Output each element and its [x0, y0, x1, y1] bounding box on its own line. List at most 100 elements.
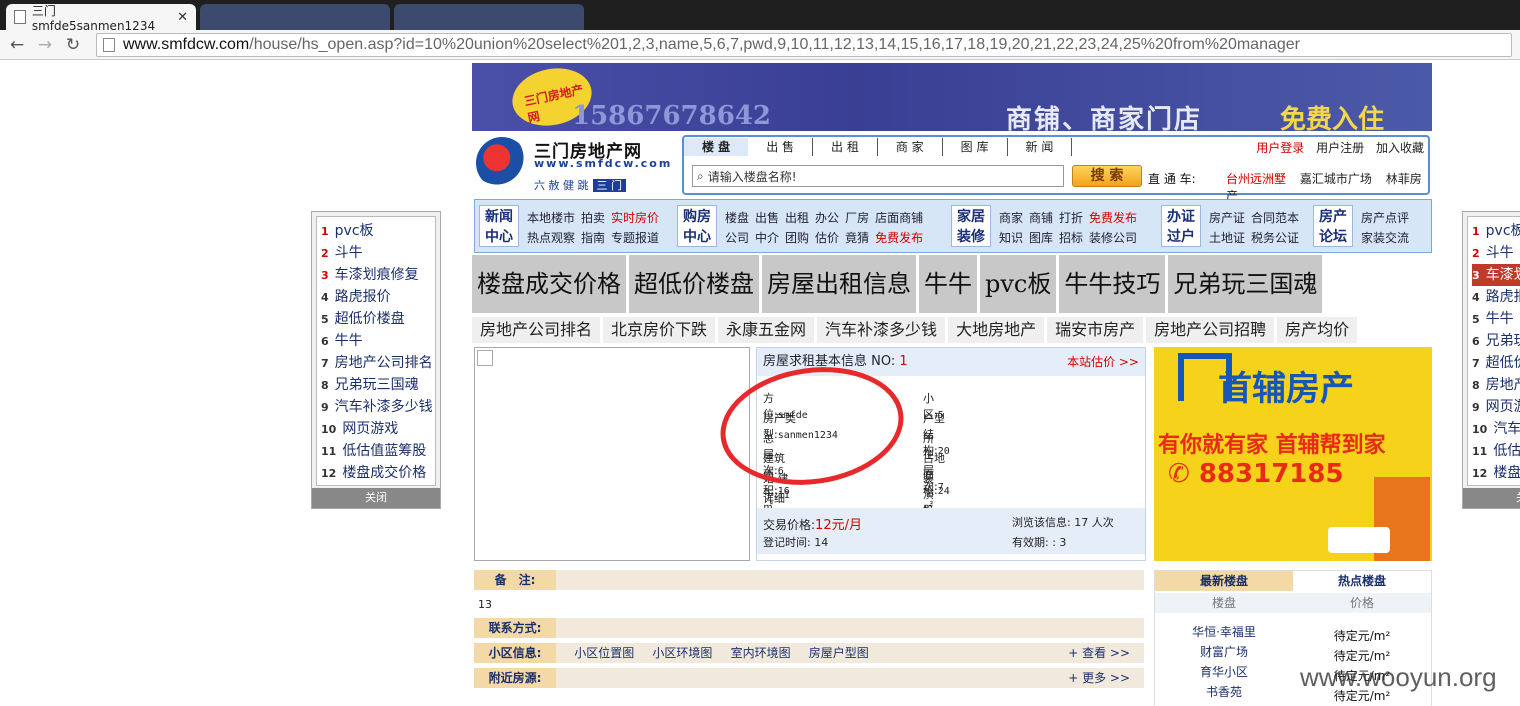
listing-name[interactable]: 书香苑	[1155, 683, 1293, 700]
nav-link[interactable]: 指南	[581, 231, 605, 245]
nav-link[interactable]: 热点观察	[527, 231, 575, 245]
direct-link[interactable]: 台州远洲墅	[1226, 172, 1286, 186]
tab-hot[interactable]: 热点楼盘	[1293, 571, 1431, 591]
nav-category[interactable]: 购房 中心	[677, 205, 717, 247]
ranking-item[interactable]: 9 网页游戏	[1472, 396, 1520, 418]
ranking-item[interactable]: 2 斗牛	[1472, 242, 1520, 264]
nav-category[interactable]: 新闻 中心	[479, 205, 519, 247]
nav-link[interactable]: 团购	[785, 231, 809, 245]
ranking-item[interactable]: 11 低估值蓝筹股	[1472, 440, 1520, 462]
nav-link[interactable]: 本地楼市	[527, 211, 575, 225]
back-icon[interactable]: ←	[6, 35, 28, 55]
search-tab[interactable]: 出 售	[748, 138, 814, 156]
nav-link[interactable]: 图库	[1029, 231, 1053, 245]
text-ad[interactable]: 牛牛技巧	[1059, 255, 1166, 313]
keyword-link[interactable]: 房产均价	[1277, 317, 1358, 343]
side-ad[interactable]: 首辅房产 有你就有家 首辅帮到家 ✆ 88317185	[1154, 347, 1432, 561]
forward-icon[interactable]: →	[34, 35, 56, 55]
ranking-item[interactable]: 10 汽车补漆多少钱	[1472, 418, 1520, 440]
nav-link[interactable]: 房产证	[1209, 211, 1245, 225]
nav-link[interactable]: 家装交流	[1361, 231, 1409, 245]
ranking-item[interactable]: 4 路虎报价	[1472, 286, 1520, 308]
ranking-item[interactable]: 9 汽车补漆多少钱	[321, 396, 435, 418]
nav-link[interactable]: 房产点评	[1361, 211, 1409, 225]
view-more-link[interactable]: + 查看 >>	[1068, 643, 1130, 663]
ranking-item[interactable]: 12 楼盘成交价格	[1472, 462, 1520, 484]
tab-inactive[interactable]	[394, 4, 584, 30]
nav-link[interactable]: 专题报道	[611, 231, 659, 245]
ranking-item[interactable]: 5 超低价楼盘	[321, 308, 435, 330]
nav-link[interactable]: 中介	[755, 231, 779, 245]
estimate-link[interactable]: 本站估价 >>	[1067, 348, 1139, 376]
nav-link[interactable]: 出售	[755, 211, 779, 225]
nav-link[interactable]: 装修公司	[1089, 231, 1137, 245]
search-tab[interactable]: 楼 盘	[684, 138, 749, 156]
nav-link[interactable]: 合同范本	[1251, 211, 1299, 225]
reload-icon[interactable]: ↻	[62, 35, 84, 55]
nav-link[interactable]: 免费发布	[875, 231, 923, 245]
nav-category[interactable]: 家居 装修	[951, 205, 991, 247]
nav-link[interactable]: 拍卖	[581, 211, 605, 225]
ranking-item[interactable]: 5 牛牛	[1472, 308, 1520, 330]
ranking-item[interactable]: 3 车漆划痕修复	[1472, 264, 1520, 286]
search-tab[interactable]: 出 租	[813, 138, 878, 156]
site-logo[interactable]: 三门房地产网 www.smfdcw.com 六 赦 健 跳三 门	[474, 135, 674, 193]
nav-link[interactable]: 竟猜	[845, 231, 869, 245]
community-link[interactable]: 房屋户型图	[809, 646, 869, 660]
nav-link[interactable]: 招标	[1059, 231, 1083, 245]
close-button[interactable]: 关闭	[1463, 488, 1520, 508]
ranking-item[interactable]: 10 网页游戏	[321, 418, 435, 440]
nav-link[interactable]: 办公	[815, 211, 839, 225]
ranking-item[interactable]: 3 车漆划痕修复	[321, 264, 435, 286]
text-ad[interactable]: 楼盘成交价格	[472, 255, 626, 313]
keyword-link[interactable]: 汽车补漆多少钱	[817, 317, 946, 343]
nav-link[interactable]: 店面商铺	[875, 211, 923, 225]
tab-inactive[interactable]	[200, 4, 390, 30]
nav-category[interactable]: 办证 过户	[1161, 205, 1201, 247]
search-button[interactable]: 搜 索	[1072, 165, 1142, 187]
close-icon[interactable]: ✕	[177, 10, 188, 25]
search-tab[interactable]: 图 库	[943, 138, 1008, 156]
nav-link[interactable]: 商铺	[1029, 211, 1053, 225]
nav-link[interactable]: 估价	[815, 231, 839, 245]
keyword-link[interactable]: 大地房地产	[948, 317, 1045, 343]
ranking-item[interactable]: 6 牛牛	[321, 330, 435, 352]
ranking-item[interactable]: 4 路虎报价	[321, 286, 435, 308]
keyword-link[interactable]: 房地产公司招聘	[1146, 317, 1275, 343]
keyword-link[interactable]: 永康五金网	[718, 317, 815, 343]
nav-link[interactable]: 商家	[999, 211, 1023, 225]
nav-link[interactable]: 实时房价	[611, 211, 659, 225]
text-ad[interactable]: pvc板	[980, 255, 1057, 313]
favorite-link[interactable]: 加入收藏	[1376, 141, 1424, 155]
keyword-link[interactable]: 北京房价下跌	[603, 317, 716, 343]
ranking-item[interactable]: 12 楼盘成交价格	[321, 462, 435, 484]
nav-link[interactable]: 知识	[999, 231, 1023, 245]
keyword-link[interactable]: 瑞安市房产	[1047, 317, 1144, 343]
ranking-item[interactable]: 8 房地产公司排名	[1472, 374, 1520, 396]
register-link[interactable]: 用户注册	[1316, 141, 1364, 155]
ranking-item[interactable]: 11 低估值蓝筹股	[321, 440, 435, 462]
direct-link[interactable]: 嘉汇城市广场	[1300, 172, 1372, 186]
ranking-item[interactable]: 7 房地产公司排名	[321, 352, 435, 374]
text-ad[interactable]: 牛牛	[919, 255, 977, 313]
ranking-item[interactable]: 7 超低价楼盘	[1472, 352, 1520, 374]
nearby-more-link[interactable]: + 更多 >>	[1068, 668, 1130, 688]
tab-active[interactable]: 三门smfde5sanmen1234 ✕	[6, 4, 196, 33]
ranking-item[interactable]: 2 斗牛	[321, 242, 435, 264]
top-banner[interactable]: 三门房地产网 15867678642 商铺、商家门店 免费入住	[472, 63, 1432, 131]
listing-name[interactable]: 财富广场	[1155, 643, 1293, 660]
nav-link[interactable]: 厂房	[845, 211, 869, 225]
close-button[interactable]: 关闭	[312, 488, 440, 508]
keyword-link[interactable]: 房地产公司排名	[472, 317, 601, 343]
address-bar[interactable]: www.smfdcw.com/house/hs_open.asp?id=10%2…	[96, 33, 1512, 57]
community-link[interactable]: 小区环境图	[652, 646, 712, 660]
ranking-item[interactable]: 1 pvc板	[1472, 220, 1520, 242]
nav-link[interactable]: 免费发布	[1089, 211, 1137, 225]
ranking-item[interactable]: 1 pvc板	[321, 220, 435, 242]
nav-link[interactable]: 公司	[725, 231, 749, 245]
nav-link[interactable]: 土地证	[1209, 231, 1245, 245]
ranking-item[interactable]: 8 兄弟玩三国魂	[321, 374, 435, 396]
nav-link[interactable]: 税务公证	[1251, 231, 1299, 245]
nav-link[interactable]: 出租	[785, 211, 809, 225]
search-tab[interactable]: 商 家	[878, 138, 943, 156]
